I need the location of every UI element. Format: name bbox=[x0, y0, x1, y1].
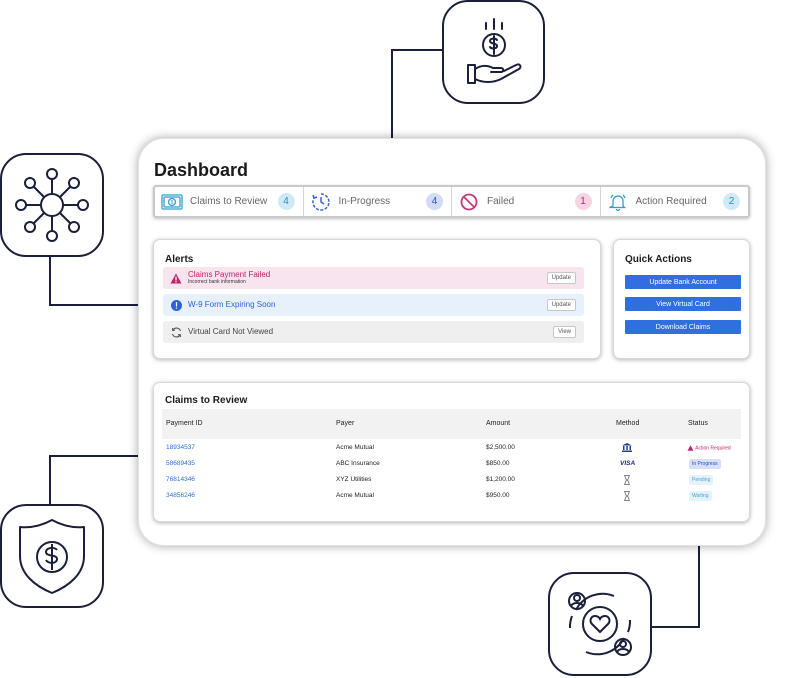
stat-label: Claims to Review bbox=[190, 196, 268, 207]
table-row: 58689435 ABC Insurance $850.00 VISA In P… bbox=[162, 457, 741, 471]
hand-dollar-tile bbox=[442, 0, 545, 104]
column-header-payer[interactable]: Payer bbox=[336, 420, 354, 427]
alert-view-button[interactable]: View bbox=[553, 326, 576, 338]
stat-label: Action Required bbox=[635, 196, 707, 207]
status-badge: In Progress bbox=[689, 459, 721, 469]
table-row: 76814346 XYZ Utilities $1,200.00 Pending bbox=[162, 473, 741, 487]
stat-failed[interactable]: Failed 1 bbox=[452, 187, 601, 216]
connector-line-bottom-right bbox=[651, 626, 700, 628]
network-hub-icon bbox=[15, 168, 89, 242]
connector-line-left-top bbox=[49, 304, 138, 306]
payment-id-link[interactable]: 18934537 bbox=[166, 444, 195, 451]
dashboard-window: Dashboard $ Claims to Review 4 In-Progre… bbox=[138, 138, 766, 546]
bank-icon bbox=[622, 443, 632, 454]
stat-count-badge: 2 bbox=[723, 193, 740, 210]
status-badge: Pending bbox=[689, 475, 714, 485]
dollar-bill-icon: $ bbox=[161, 191, 183, 213]
claims-table-panel: Claims to Review Payment ID Payer Amount… bbox=[153, 382, 750, 522]
stat-count-badge: 1 bbox=[574, 193, 592, 210]
connector-line-left-bottom bbox=[49, 455, 138, 457]
prohibited-icon bbox=[458, 191, 480, 213]
status-summary-bar: $ Claims to Review 4 In-Progress 4 Faile… bbox=[153, 185, 750, 218]
bell-icon bbox=[607, 191, 629, 213]
table-row: 18934537 Acme Mutual $2,500.00 Action Re… bbox=[162, 441, 741, 455]
alert-item: W-9 Form Expiring Soon Update bbox=[163, 294, 584, 316]
payment-id-link[interactable]: 34856246 bbox=[166, 492, 195, 499]
shield-dollar-tile bbox=[0, 504, 104, 608]
stat-in-progress[interactable]: In-Progress 4 bbox=[304, 187, 452, 216]
status-badge: Action Required bbox=[687, 443, 734, 453]
warning-triangle-icon bbox=[687, 445, 694, 451]
heart-people-cycle-icon bbox=[568, 592, 632, 656]
connector-line-top bbox=[391, 49, 393, 138]
alerts-title: Alerts bbox=[165, 254, 194, 265]
alert-text: W-9 Form Expiring Soon bbox=[188, 301, 547, 309]
connector-line-top bbox=[391, 49, 443, 51]
alert-item: Virtual Card Not Viewed View bbox=[163, 321, 584, 343]
info-circle-icon bbox=[170, 299, 182, 311]
claims-table-title: Claims to Review bbox=[165, 395, 248, 406]
payer-cell: Acme Mutual bbox=[336, 492, 374, 499]
connector-line-bottom-right bbox=[698, 546, 700, 628]
heart-people-cycle-tile bbox=[548, 572, 652, 676]
stat-label: In-Progress bbox=[338, 196, 391, 207]
network-hub-tile bbox=[0, 153, 104, 257]
connector-line-left-bottom bbox=[49, 455, 51, 504]
alert-title: W-9 Form Expiring Soon bbox=[188, 300, 276, 309]
stat-count-badge: 4 bbox=[277, 193, 295, 210]
stat-label: Failed bbox=[487, 196, 515, 207]
connector-line-left-top bbox=[49, 256, 51, 306]
update-bank-account-button[interactable]: Update Bank Account bbox=[625, 275, 741, 289]
amount-cell: $950.00 bbox=[486, 492, 510, 499]
alert-text: Virtual Card Not Viewed bbox=[188, 328, 553, 336]
clock-progress-icon bbox=[310, 191, 332, 213]
stat-action-required[interactable]: Action Required 2 bbox=[601, 187, 749, 216]
payer-cell: ABC Insurance bbox=[336, 460, 380, 467]
shield-dollar-icon bbox=[19, 519, 85, 594]
payment-id-link[interactable]: 58689435 bbox=[166, 460, 195, 467]
page-title: Dashboard bbox=[154, 160, 249, 180]
payer-cell: XYZ Utilities bbox=[336, 476, 372, 483]
quick-actions-panel: Quick Actions Update Bank Account View V… bbox=[613, 239, 750, 359]
column-header-payment-id[interactable]: Payment ID bbox=[166, 420, 203, 427]
alert-text: Claims Payment Failed Incorrect bank inf… bbox=[188, 271, 547, 285]
alert-title: Virtual Card Not Viewed bbox=[188, 327, 274, 336]
alert-update-button[interactable]: Update bbox=[546, 299, 576, 311]
column-header-method[interactable]: Method bbox=[616, 420, 639, 427]
payment-id-link[interactable]: 76814346 bbox=[166, 476, 195, 483]
alert-item: Claims Payment Failed Incorrect bank inf… bbox=[163, 267, 584, 289]
amount-cell: $1,200.00 bbox=[486, 476, 515, 483]
stat-claims-to-review[interactable]: $ Claims to Review 4 bbox=[155, 187, 304, 216]
status-badge: Waiting bbox=[689, 491, 712, 501]
quick-actions-title: Quick Actions bbox=[625, 254, 692, 265]
alert-title: Claims Payment Failed bbox=[188, 270, 271, 279]
amount-cell: $850.00 bbox=[486, 460, 510, 467]
download-claims-button[interactable]: Download Claims bbox=[625, 320, 741, 334]
hourglass-icon bbox=[624, 491, 630, 503]
alert-update-button[interactable]: Update bbox=[546, 272, 576, 284]
hourglass-icon bbox=[624, 475, 630, 487]
amount-cell: $2,500.00 bbox=[486, 444, 515, 451]
table-header: Payment ID Payer Amount Method Status bbox=[162, 409, 741, 439]
alerts-panel: Alerts Claims Payment Failed Incorrect b… bbox=[153, 239, 601, 359]
svg-text:$: $ bbox=[171, 200, 174, 206]
alert-subtitle: Incorrect bank information bbox=[188, 279, 246, 285]
status-text: Action Required bbox=[695, 445, 731, 452]
visa-logo: VISA bbox=[620, 460, 636, 467]
column-header-amount[interactable]: Amount bbox=[486, 420, 510, 427]
payer-cell: Acme Mutual bbox=[336, 444, 374, 451]
warning-triangle-icon bbox=[170, 272, 182, 284]
table-row: 34856246 Acme Mutual $950.00 Waiting bbox=[162, 489, 741, 503]
refresh-icon bbox=[170, 326, 182, 338]
column-header-status[interactable]: Status bbox=[688, 420, 708, 427]
view-virtual-card-button[interactable]: View Virtual Card bbox=[625, 297, 741, 311]
hand-dollar-icon bbox=[466, 18, 521, 84]
stat-count-badge: 4 bbox=[426, 193, 443, 210]
